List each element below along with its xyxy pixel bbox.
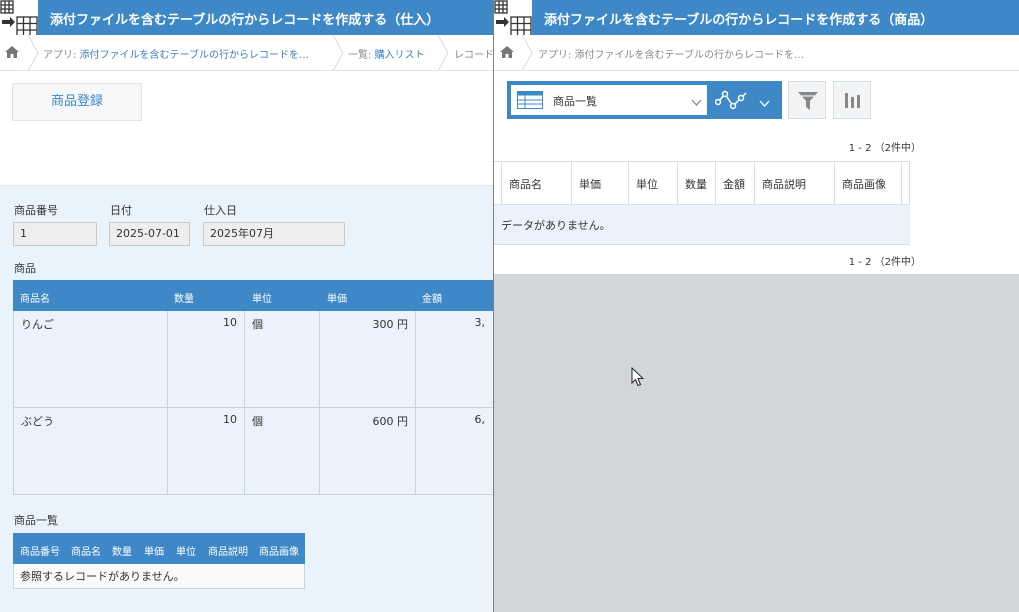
column-header: 数量 <box>174 294 194 305</box>
mouse-cursor-icon <box>631 366 645 390</box>
column-header: 商品名 <box>20 294 50 305</box>
filter-button[interactable] <box>788 81 826 119</box>
ref-table-header: 商品番号 商品名 数量 単価 単位 商品説明 商品画像 <box>13 533 305 564</box>
breadcrumb-separator <box>437 35 449 70</box>
register-product-button[interactable]: 商品登録 <box>12 83 142 121</box>
table-row: ぶどう 10 個 600 円 6, <box>13 408 493 495</box>
home-icon[interactable] <box>5 46 19 61</box>
breadcrumb-record: レコード <box>454 50 493 61</box>
window-title: 添付ファイルを含むテーブルの行からレコードを作成する（仕入） <box>50 13 440 28</box>
breadcrumb-list[interactable]: 一覧: 購入リスト <box>348 46 425 61</box>
cell-unit[interactable]: 個 <box>245 408 320 494</box>
cell-amount: 6, <box>474 413 486 426</box>
column-header: 商品画像 <box>259 547 299 558</box>
cell-name[interactable]: ぶどう <box>14 408 168 494</box>
chart-button[interactable] <box>833 81 871 119</box>
breadcrumb: アプリ: 添付ファイルを含むテーブルの行からレコードを… 一覧: 購入リスト レ… <box>0 35 493 71</box>
chevron-down-icon <box>759 96 770 110</box>
breadcrumb-separator <box>521 35 533 70</box>
product-no-field: 1 <box>13 222 97 246</box>
empty-message: データがありません。 <box>494 205 910 245</box>
breadcrumb-app[interactable]: アプリ: 添付ファイルを含むテーブルの行からレコードを… <box>43 46 309 61</box>
breadcrumb-separator <box>332 35 344 70</box>
column-header: 商品説明 <box>208 547 248 558</box>
cell-qty[interactable]: 10 <box>168 408 245 494</box>
column-header[interactable]: 商品画像 <box>835 162 902 205</box>
filter-icon <box>797 90 819 115</box>
pager-bottom: 1 - 2 （2件中） <box>848 257 921 268</box>
date-label: 日付 <box>110 204 132 217</box>
cell-amount: 3, <box>474 316 486 329</box>
table-row: りんご 10 個 300 円 3, <box>13 311 493 408</box>
column-header[interactable]: 金額 <box>716 162 755 205</box>
purchase-window: 添付ファイルを含むテーブルの行からレコードを作成する（仕入） アプリ: 添付ファ… <box>0 0 493 612</box>
breadcrumb-separator <box>27 35 39 70</box>
column-header: 数量 <box>112 547 132 558</box>
purchase-date-label: 仕入日 <box>204 204 237 217</box>
record-list-panel: 商品一覧 1 - 2 （2件中） 商品名 単価 単位 数量 金額 商品説明 商品… <box>494 71 1019 274</box>
cell-unit[interactable]: 個 <box>245 311 320 407</box>
column-header: 商品名 <box>71 547 101 558</box>
purchase-date-field: 2025年07月 <box>203 222 345 246</box>
action-bar: 商品登録 <box>0 71 493 186</box>
column-header: 金額 <box>422 294 442 305</box>
breadcrumb-app: アプリ: 添付ファイルを含むテーブルの行からレコードを… <box>538 50 804 61</box>
column-header: 単位 <box>252 294 272 305</box>
product-no-label: 商品番号 <box>14 204 58 217</box>
date-field: 2025-07-01 <box>109 222 190 246</box>
product-app-titlebar: 添付ファイルを含むテーブルの行からレコードを作成する（商品） <box>494 0 1019 38</box>
cell-price[interactable]: 600 円 <box>320 408 416 494</box>
pager-top: 1 - 2 （2件中） <box>848 143 921 154</box>
list-view-icon <box>517 91 543 112</box>
list-gutter <box>902 162 910 205</box>
graph-selector[interactable] <box>707 81 782 119</box>
product-subtable: 商品名 数量 単位 単価 金額 りんご 10 個 300 円 3, ぶどう 10… <box>13 280 493 495</box>
bar-chart-icon <box>844 91 862 112</box>
chevron-down-icon <box>691 95 702 109</box>
list-gutter <box>494 162 502 205</box>
app-icon <box>494 0 532 38</box>
ref-table-empty: 参照するレコードがありません。 <box>13 564 305 589</box>
column-header: 商品番号 <box>20 547 60 558</box>
column-header: 単価 <box>327 294 347 305</box>
column-header: 単価 <box>144 547 164 558</box>
subtable-header: 商品名 数量 単位 単価 金額 <box>13 280 493 311</box>
column-header[interactable]: 商品名 <box>502 162 572 205</box>
column-header[interactable]: 商品説明 <box>755 162 835 205</box>
graph-icon <box>714 89 749 114</box>
subtable-label: 商品 <box>14 262 36 275</box>
column-header: 単位 <box>176 547 196 558</box>
home-icon[interactable] <box>500 46 514 61</box>
cell-price[interactable]: 300 円 <box>320 311 416 407</box>
list-header: 商品名 単価 単位 数量 金額 商品説明 商品画像 <box>494 161 910 205</box>
cell-qty[interactable]: 10 <box>168 311 245 407</box>
column-header[interactable]: 数量 <box>678 162 716 205</box>
view-name: 商品一覧 <box>553 95 597 108</box>
window-title: 添付ファイルを含むテーブルの行からレコードを作成する（商品） <box>544 13 934 28</box>
column-header[interactable]: 単価 <box>572 162 629 205</box>
app-icon <box>0 0 38 38</box>
column-header[interactable]: 単位 <box>629 162 678 205</box>
record-list-table: 商品名 単価 単位 数量 金額 商品説明 商品画像 データがありません。 <box>494 161 910 245</box>
ref-table-label: 商品一覧 <box>14 514 58 527</box>
cell-name[interactable]: りんご <box>14 311 168 407</box>
purchase-app-titlebar: 添付ファイルを含むテーブルの行からレコードを作成する（仕入） <box>0 0 493 38</box>
breadcrumb: アプリ: 添付ファイルを含むテーブルの行からレコードを… <box>494 35 1019 71</box>
view-selector[interactable]: 商品一覧 <box>507 81 707 119</box>
product-window: 添付ファイルを含むテーブルの行からレコードを作成する（商品） アプリ: 添付ファ… <box>493 0 1019 612</box>
